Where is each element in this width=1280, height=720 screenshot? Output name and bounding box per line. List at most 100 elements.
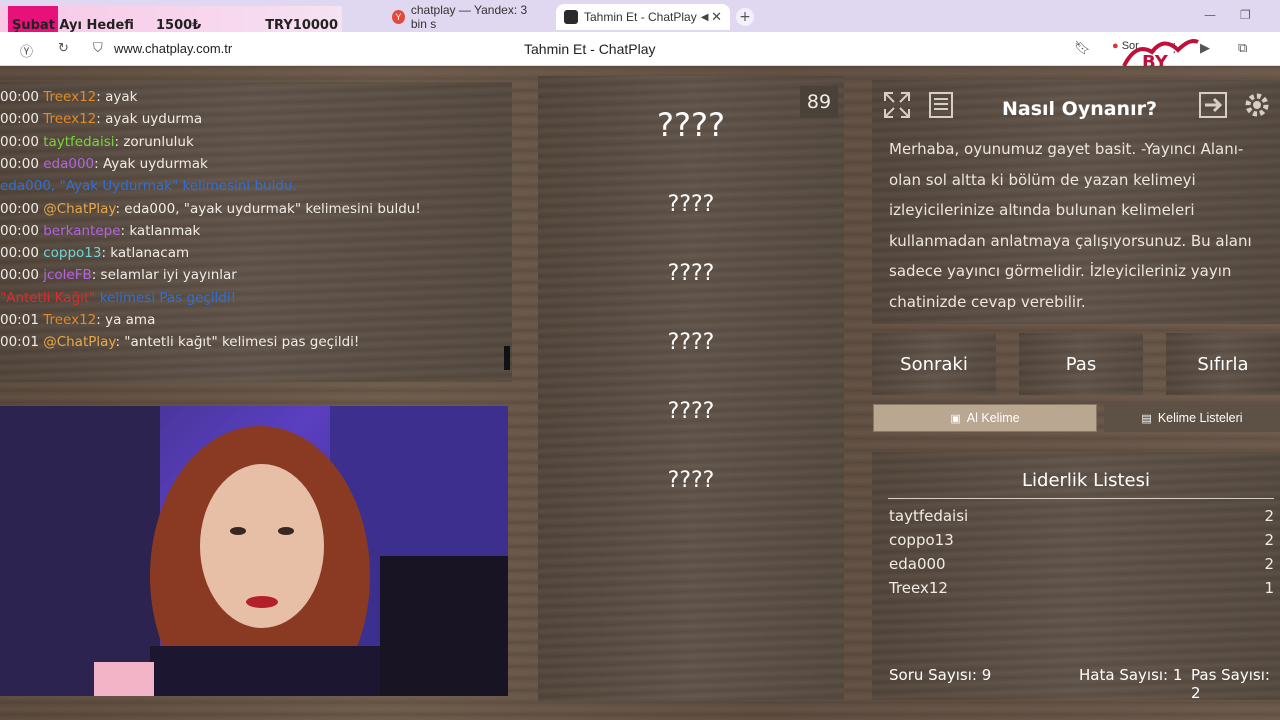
exit-icon[interactable] <box>1196 88 1230 122</box>
notes-icon[interactable] <box>924 88 958 122</box>
chat-scrollbar[interactable] <box>504 346 510 370</box>
get-word-button[interactable]: ▣ Al Kelime <box>873 404 1097 432</box>
minimize-icon[interactable]: — <box>1204 8 1216 22</box>
error-count: Hata Sayısı: 1 <box>1079 666 1183 684</box>
chatplay-icon <box>564 10 578 24</box>
chat-text: kelimesi Pas geçildi! <box>95 289 237 306</box>
chat-text: : "antetli kağıt" kelimesi pas geçildi! <box>115 334 360 351</box>
leaderboard-divider <box>888 498 1274 499</box>
chat-text: : ya ama <box>96 312 156 328</box>
media-icon[interactable]: ▶ <box>1200 41 1210 56</box>
chat-username: @ChatPlay <box>43 200 116 217</box>
chat-text: : selamlar iyi yayınlar <box>91 267 237 284</box>
leaderboard-row: coppo13 2 <box>889 531 1274 549</box>
leaderboard-row: eda000 2 <box>889 555 1274 573</box>
chat-timestamp: 00:00 <box>0 222 39 239</box>
chat-username: Treex12 <box>43 111 97 128</box>
tab-yandex[interactable]: Y chatplay — Yandex: 3 bin s <box>384 3 552 31</box>
forbidden-word: ???? <box>667 192 715 217</box>
leaderboard-row: taytfedaisi 2 <box>889 507 1274 525</box>
chat-username: berkantepe <box>43 222 121 239</box>
chat-message: 00:00 Treex12: ayak uydurma <box>0 111 202 127</box>
chat-username: taytfedaisi <box>43 133 115 150</box>
question-count: Soru Sayısı: 9 <box>889 666 992 684</box>
chat-username: eda000, "Ayak Uydurmak" <box>0 178 179 195</box>
chat-username: @ChatPlay <box>43 334 116 351</box>
chat-message: 00:00 eda000: Ayak uydurmak <box>0 156 208 172</box>
extensions-icon[interactable]: ⧉ <box>1238 41 1247 56</box>
chat-message: 00:00 Treex12: ayak <box>0 89 137 105</box>
chat-username: eda000 <box>43 155 95 172</box>
player-name: eda000 <box>889 555 946 573</box>
shield-icon[interactable]: ⛉ <box>93 41 103 56</box>
list-icon: ▤ <box>1141 412 1152 425</box>
player-name: taytfedaisi <box>889 507 969 525</box>
yandex-browser-icon[interactable]: Ⓨ <box>20 41 33 60</box>
webcam-feed <box>0 406 508 696</box>
forbidden-word: ???? <box>667 399 715 424</box>
chat-username: Treex12 <box>43 312 97 328</box>
fullscreen-icon[interactable] <box>880 88 914 122</box>
chat-text: : Ayak uydurmak <box>94 155 208 172</box>
pass-count: Pas Sayısı: 2 <box>1191 666 1270 702</box>
chat-text: : eda000, "ayak uydurmak" kelimesini bul… <box>115 200 421 217</box>
chat-message: eda000, "Ayak Uydurmak" kelimesini buldu… <box>0 178 297 194</box>
forbidden-word: ???? <box>667 330 715 355</box>
chat-text: : ayak uydurma <box>96 111 203 128</box>
address-bar: Ⓨ ↻ ⛉ www.chatplay.com.tr Tahmin Et - Ch… <box>0 32 1280 73</box>
leaderboard-row: Treex12 1 <box>889 579 1274 597</box>
tab-label: Tahmin Et - ChatPlay <box>584 10 697 24</box>
tab-label: chatplay — Yandex: 3 bin s <box>410 3 528 31</box>
chat-username: coppo13 <box>43 245 102 262</box>
chat-timestamp: 00:01 <box>0 334 39 351</box>
url-field[interactable]: www.chatplay.com.tr <box>114 41 232 56</box>
chat-message: 00:01 @ChatPlay: "antetli kağıt" kelimes… <box>0 334 359 350</box>
player-name: coppo13 <box>889 531 954 549</box>
maximize-icon[interactable]: ❐ <box>1240 8 1251 22</box>
chat-message: 00:00 berkantepe: katlanmak <box>0 223 200 239</box>
donation-amount: 1500₺ <box>156 17 202 33</box>
reload-icon[interactable]: ↻ <box>58 41 69 56</box>
chat-message: 00:01 Treex12: ya ama <box>0 312 155 328</box>
chat-username: "Antetli Kağıt" <box>0 289 96 306</box>
chat-message: "Antetli Kağıt" kelimesi Pas geçildi! <box>0 290 236 306</box>
donation-target: TRY10000 <box>265 17 338 33</box>
forbidden-word: ???? <box>667 261 715 286</box>
page-title: Tahmin Et - ChatPlay <box>524 41 656 57</box>
player-score: 2 <box>1264 555 1274 573</box>
chat-timestamp: 00:00 <box>0 89 39 105</box>
speaker-icon[interactable]: ◀ <box>701 12 709 23</box>
chat-timestamp: 00:00 <box>0 245 39 262</box>
robot-icon: ▣ <box>950 412 961 425</box>
chat-text: : katlanmak <box>120 222 201 239</box>
tab-chatplay[interactable]: Tahmin Et - ChatPlay ◀ ✕ <box>556 4 730 30</box>
player-score: 2 <box>1264 531 1274 549</box>
gear-icon[interactable] <box>1240 88 1274 122</box>
forbidden-word: ???? <box>667 468 715 493</box>
chat-text: : zorunluluk <box>114 133 194 150</box>
close-icon[interactable]: ✕ <box>711 9 722 25</box>
chat-message: 00:00 @ChatPlay: eda000, "ayak uydurmak"… <box>0 201 421 217</box>
yandex-icon: Y <box>392 10 405 24</box>
new-tab-button[interactable]: + <box>736 8 754 26</box>
chat-timestamp: 00:00 <box>0 267 39 284</box>
reset-button[interactable]: Sıfırla <box>1166 333 1280 395</box>
chat-timestamp: 00:01 <box>0 312 39 328</box>
how-to-title: Nasıl Oynanır? <box>1002 98 1157 120</box>
word-panel <box>538 76 844 701</box>
bookmark-icon[interactable]: 🔖︎ <box>1074 41 1091 56</box>
chat-timestamp: 00:00 <box>0 155 39 172</box>
player-score: 2 <box>1264 507 1274 525</box>
chat-message: 00:00 jcoleFB: selamlar iyi yayınlar <box>0 267 237 283</box>
chat-text: : katlanacam <box>101 245 190 262</box>
word-lists-button[interactable]: ▤ Kelime Listeleri <box>1104 404 1280 432</box>
chat-timestamp: 00:00 <box>0 111 39 128</box>
donation-goal-label: Şubat Ayı Hedefi <box>12 17 134 33</box>
chat-text: kelimesini buldu. <box>178 178 297 195</box>
streamer-image <box>0 406 508 696</box>
pass-button[interactable]: Pas <box>1019 333 1143 395</box>
leaderboard-title: Liderlik Listesi <box>1022 470 1150 491</box>
more-icon[interactable]: ⋮ <box>1168 41 1181 56</box>
next-button[interactable]: Sonraki <box>872 333 996 395</box>
ask-button[interactable]: ● Sor <box>1112 40 1139 52</box>
